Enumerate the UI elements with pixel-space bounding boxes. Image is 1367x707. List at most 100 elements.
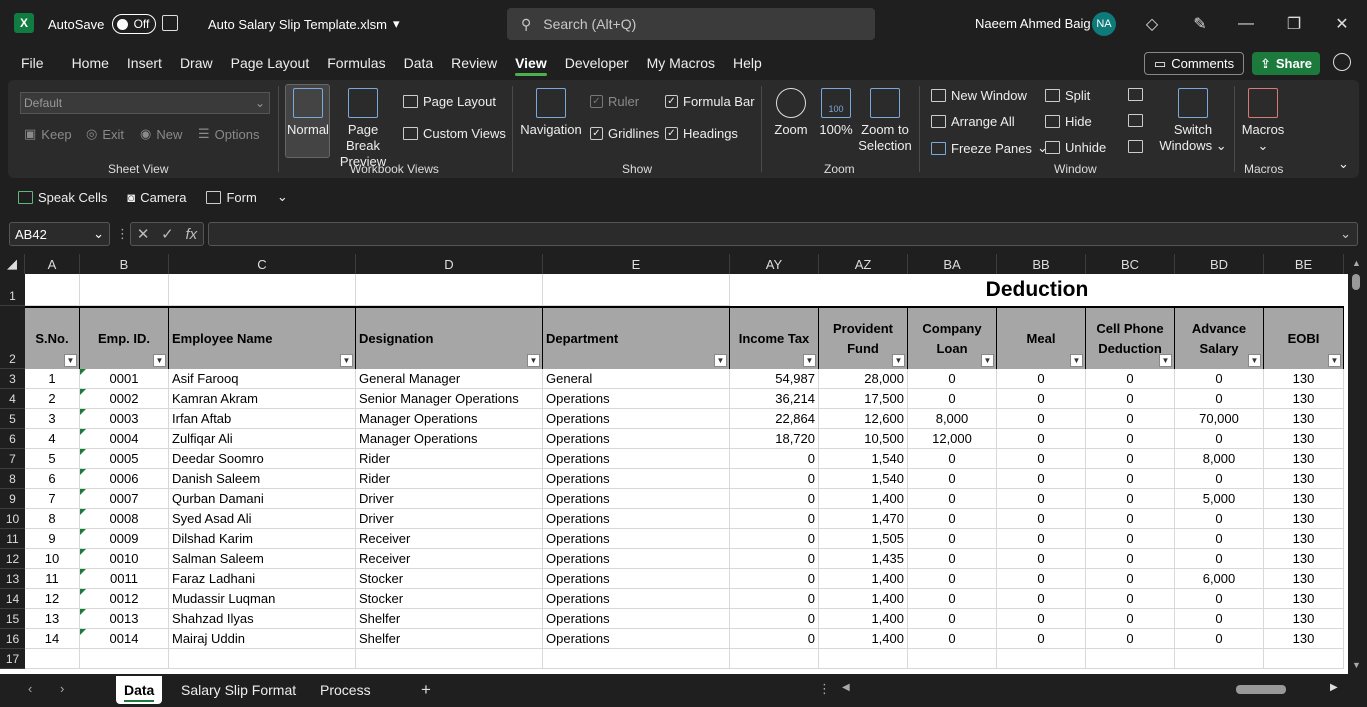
table-cell[interactable]: Irfan Aftab bbox=[169, 409, 356, 429]
header-cell-b[interactable]: Emp. ID. ▼ bbox=[80, 306, 169, 369]
cell-row1[interactable] bbox=[25, 274, 80, 306]
table-cell[interactable]: 0 bbox=[730, 629, 819, 649]
table-cell[interactable]: 11 bbox=[25, 569, 80, 589]
row-header-15[interactable]: 15 bbox=[0, 609, 25, 629]
enter-icon[interactable]: ✓ bbox=[161, 225, 174, 243]
row-header-14[interactable]: 14 bbox=[0, 589, 25, 609]
row-header-7[interactable]: 7 bbox=[0, 449, 25, 469]
sheet-view-combo[interactable]: Default ⌄ bbox=[20, 92, 270, 114]
empty-cell[interactable] bbox=[997, 649, 1086, 669]
custom-views-button[interactable]: Custom Views bbox=[403, 126, 506, 141]
table-cell[interactable]: 0014 bbox=[80, 629, 169, 649]
filter-dropdown-icon[interactable]: ▼ bbox=[527, 354, 540, 367]
switch-windows-button[interactable]: Switch Windows ⌄ bbox=[1158, 88, 1228, 154]
filter-dropdown-icon[interactable]: ▼ bbox=[340, 354, 353, 367]
table-cell[interactable]: 8,000 bbox=[908, 409, 997, 429]
table-cell[interactable]: 1,435 bbox=[819, 549, 908, 569]
table-cell[interactable]: 0 bbox=[1175, 369, 1264, 389]
table-cell[interactable]: 0 bbox=[730, 569, 819, 589]
new-window-button[interactable]: New Window bbox=[931, 88, 1027, 103]
column-header-bb[interactable]: BB bbox=[997, 254, 1086, 274]
table-cell[interactable]: 18,720 bbox=[730, 429, 819, 449]
table-cell[interactable]: 0 bbox=[1086, 609, 1175, 629]
filter-dropdown-icon[interactable]: ▼ bbox=[892, 354, 905, 367]
tab-formulas[interactable]: Formulas bbox=[318, 48, 394, 78]
table-cell[interactable]: 1 bbox=[25, 369, 80, 389]
expand-formula-icon[interactable]: ⌄ bbox=[1340, 226, 1351, 242]
table-cell[interactable]: 54,987 bbox=[730, 369, 819, 389]
table-cell[interactable]: Stocker bbox=[356, 589, 543, 609]
sync-scroll-button[interactable] bbox=[1128, 114, 1143, 127]
filter-dropdown-icon[interactable]: ▼ bbox=[714, 354, 727, 367]
table-cell[interactable]: 0 bbox=[997, 569, 1086, 589]
header-cell-ay[interactable]: Income Tax ▼ bbox=[730, 306, 819, 369]
pen-icon[interactable]: ✎ bbox=[1186, 10, 1214, 38]
table-cell[interactable]: 5 bbox=[25, 449, 80, 469]
empty-cell[interactable] bbox=[543, 649, 730, 669]
table-cell[interactable]: Operations bbox=[543, 529, 730, 549]
tab-help[interactable]: Help bbox=[724, 48, 771, 78]
reset-window-button[interactable] bbox=[1128, 140, 1143, 153]
table-cell[interactable]: Shelfer bbox=[356, 609, 543, 629]
column-header-a[interactable]: A bbox=[25, 254, 80, 274]
diamond-icon[interactable]: ◇ bbox=[1138, 10, 1166, 38]
table-cell[interactable]: 0 bbox=[908, 569, 997, 589]
form-button[interactable]: Form bbox=[206, 190, 257, 205]
column-header-ba[interactable]: BA bbox=[908, 254, 997, 274]
table-cell[interactable]: 0 bbox=[1175, 429, 1264, 449]
normal-view-button[interactable]: Normal bbox=[287, 88, 329, 138]
table-cell[interactable]: Deedar Soomro bbox=[169, 449, 356, 469]
table-cell[interactable]: 0 bbox=[908, 549, 997, 569]
table-cell[interactable]: Senior Manager Operations bbox=[356, 389, 543, 409]
table-cell[interactable]: 0 bbox=[997, 409, 1086, 429]
table-cell[interactable]: 0 bbox=[997, 629, 1086, 649]
share-button[interactable]: ⇪ Share bbox=[1252, 52, 1320, 75]
column-header-ay[interactable]: AY bbox=[730, 254, 819, 274]
table-cell[interactable]: 0 bbox=[908, 589, 997, 609]
header-cell-d[interactable]: Designation ▼ bbox=[356, 306, 543, 369]
table-cell[interactable]: 2 bbox=[25, 389, 80, 409]
row-header-4[interactable]: 4 bbox=[0, 389, 25, 409]
table-cell[interactable]: 130 bbox=[1264, 529, 1344, 549]
table-cell[interactable]: Danish Saleem bbox=[169, 469, 356, 489]
table-cell[interactable]: Qurban Damani bbox=[169, 489, 356, 509]
table-cell[interactable]: 0 bbox=[997, 429, 1086, 449]
sheet-tab-salary-slip-format[interactable]: Salary Slip Format bbox=[173, 676, 304, 704]
table-cell[interactable]: 0009 bbox=[80, 529, 169, 549]
row-header-13[interactable]: 13 bbox=[0, 569, 25, 589]
select-all-corner[interactable]: ◢ bbox=[0, 254, 25, 274]
filter-dropdown-icon[interactable]: ▼ bbox=[1070, 354, 1083, 367]
zoom-to-selection-button[interactable]: Zoom to Selection bbox=[858, 88, 912, 154]
split-button[interactable]: Split bbox=[1045, 88, 1090, 103]
row-header-8[interactable]: 8 bbox=[0, 469, 25, 489]
scroll-up-icon[interactable]: ▲ bbox=[1352, 258, 1361, 268]
table-cell[interactable]: Driver bbox=[356, 509, 543, 529]
tab-review[interactable]: Review bbox=[442, 48, 506, 78]
page-break-preview-button[interactable]: Page Break Preview bbox=[332, 88, 394, 170]
tab-draw[interactable]: Draw bbox=[171, 48, 222, 78]
speak-cells-button[interactable]: Speak Cells bbox=[18, 190, 107, 205]
table-cell[interactable]: 6,000 bbox=[1175, 569, 1264, 589]
table-cell[interactable]: 10,500 bbox=[819, 429, 908, 449]
table-cell[interactable]: 0 bbox=[997, 589, 1086, 609]
row-header-3[interactable]: 3 bbox=[0, 369, 25, 389]
table-cell[interactable]: 12 bbox=[25, 589, 80, 609]
table-cell[interactable]: 130 bbox=[1264, 549, 1344, 569]
table-cell[interactable]: Manager Operations bbox=[356, 409, 543, 429]
arrange-all-button[interactable]: Arrange All bbox=[931, 114, 1015, 129]
table-cell[interactable]: Faraz Ladhani bbox=[169, 569, 356, 589]
table-cell[interactable]: 0 bbox=[1175, 549, 1264, 569]
column-header-b[interactable]: B bbox=[80, 254, 169, 274]
table-cell[interactable]: Operations bbox=[543, 509, 730, 529]
row-header-9[interactable]: 9 bbox=[0, 489, 25, 509]
table-cell[interactable]: 0 bbox=[1086, 369, 1175, 389]
empty-cell[interactable] bbox=[1264, 649, 1344, 669]
row-header-11[interactable]: 11 bbox=[0, 529, 25, 549]
table-cell[interactable]: Shahzad Ilyas bbox=[169, 609, 356, 629]
table-cell[interactable]: 0 bbox=[1086, 389, 1175, 409]
table-cell[interactable]: 0 bbox=[1175, 529, 1264, 549]
table-cell[interactable]: 0 bbox=[997, 509, 1086, 529]
empty-cell[interactable] bbox=[908, 649, 997, 669]
table-cell[interactable]: 130 bbox=[1264, 389, 1344, 409]
table-cell[interactable]: 0 bbox=[997, 529, 1086, 549]
